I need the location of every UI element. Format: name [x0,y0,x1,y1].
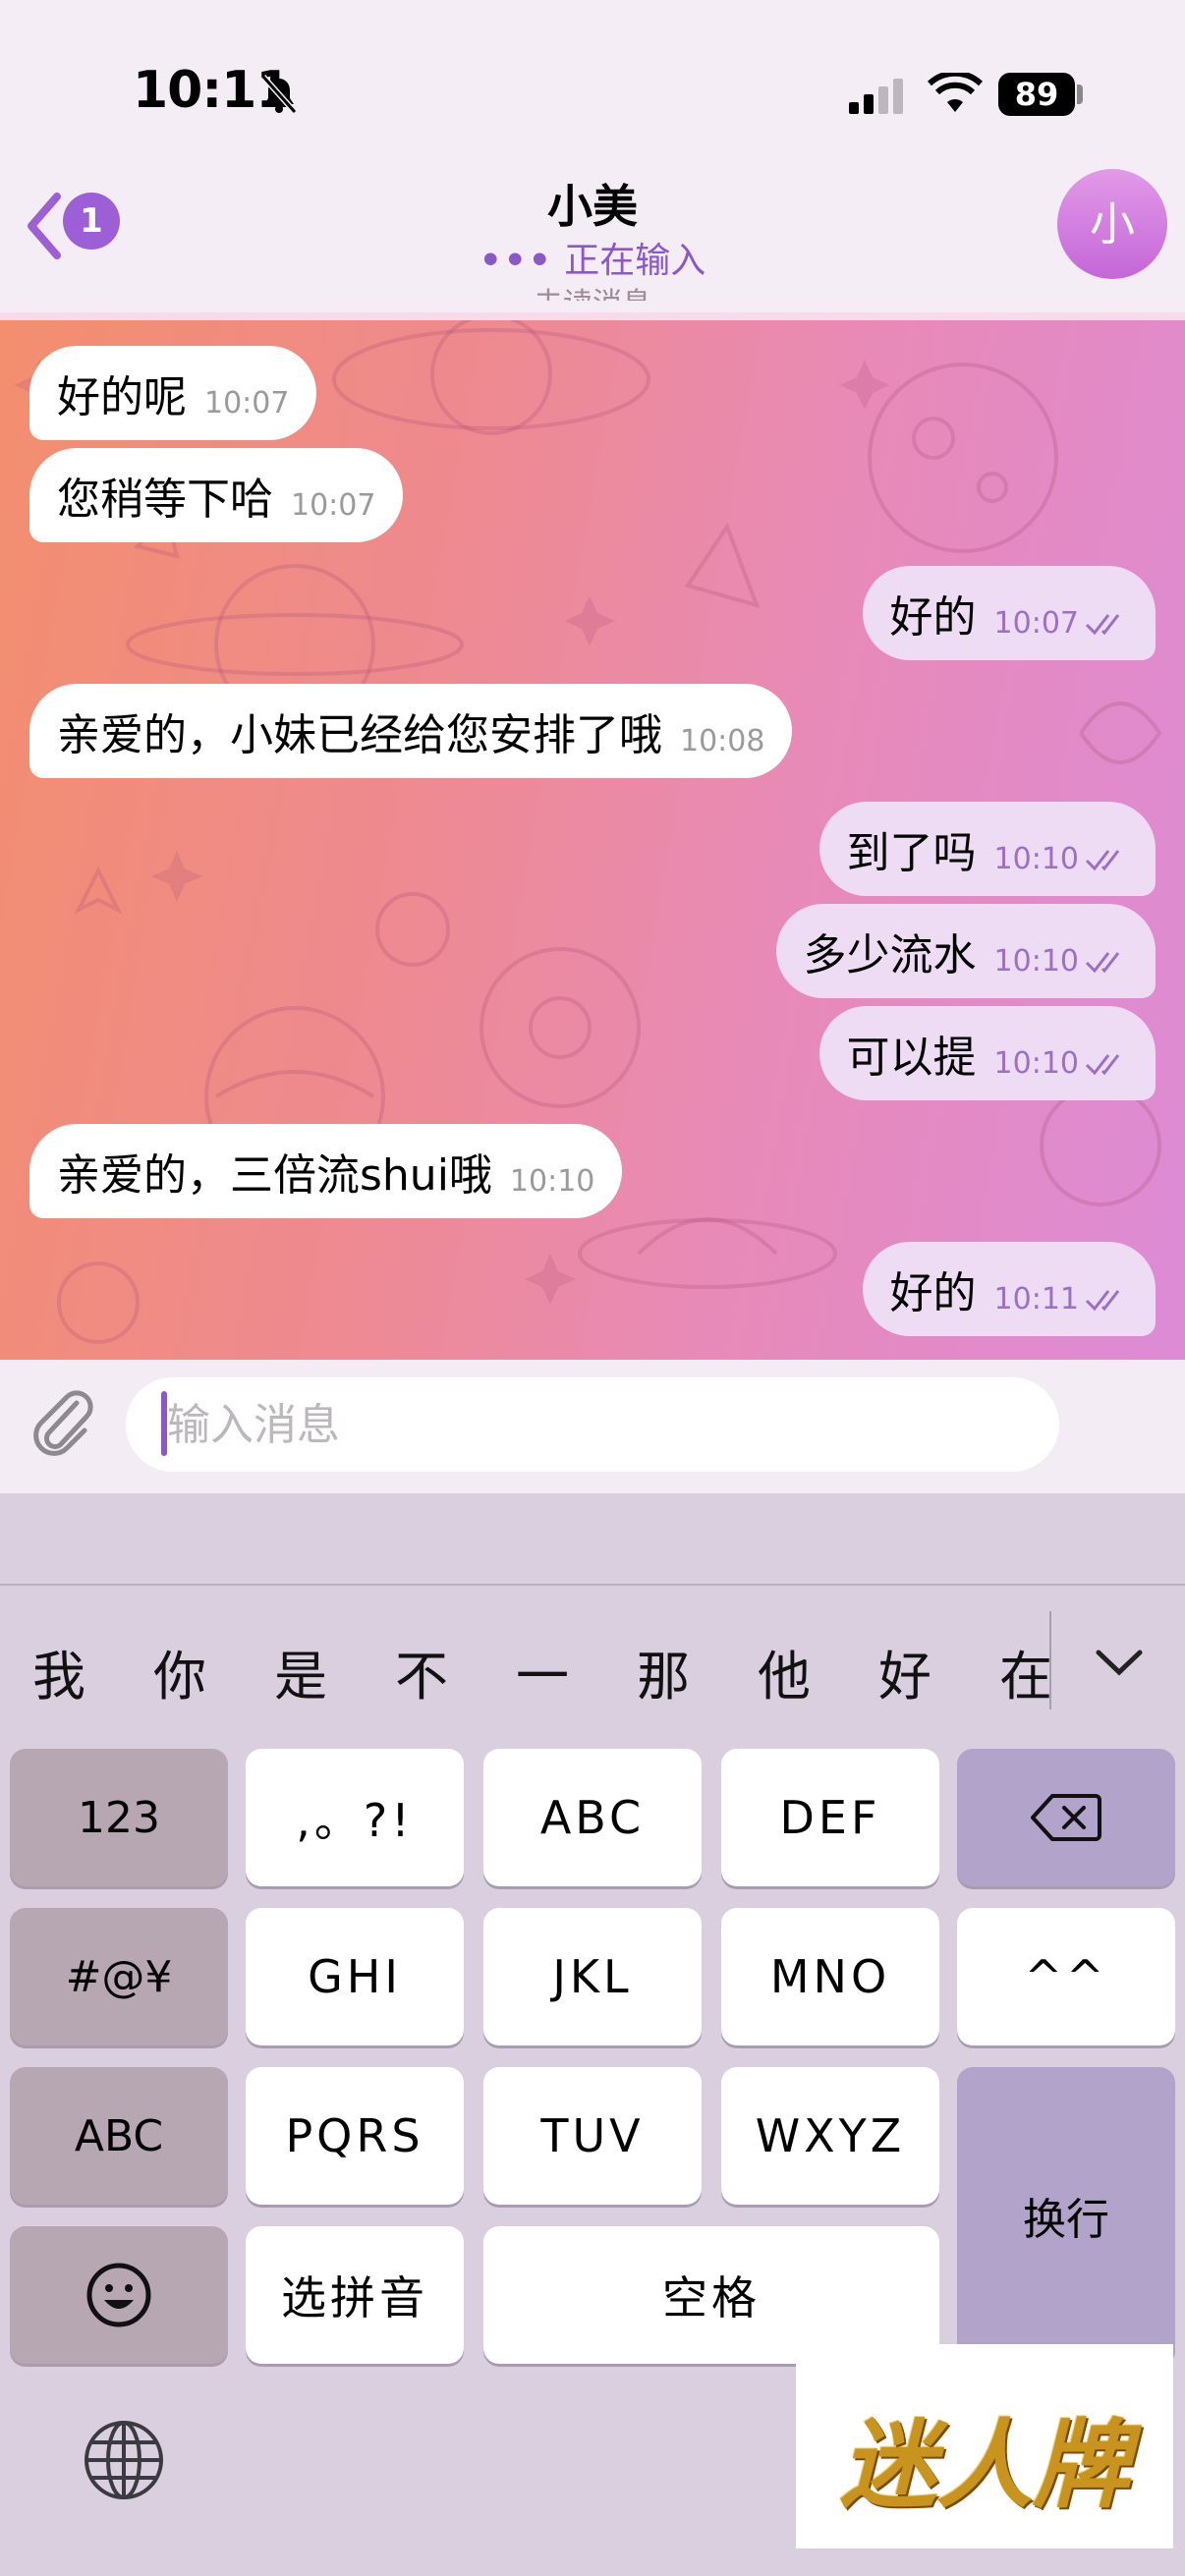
mno-key[interactable]: MNO [721,1908,939,2045]
message-bubble-outgoing[interactable]: 好的 10:11 [862,1242,1156,1336]
pqrs-key[interactable]: PQRS [246,2067,464,2205]
emoji-key[interactable] [10,2226,228,2364]
ghi-key[interactable]: GHI [246,1908,464,2045]
message-bubble-incoming[interactable]: 好的呢 10:07 [29,346,317,440]
header-divider [0,312,1185,320]
chat-title[interactable]: 小美 [0,171,1185,236]
def-key[interactable]: DEF [721,1749,939,1886]
message-text: 好的呢 [57,372,187,422]
read-checkmarks-icon [1085,614,1120,635]
candidate-divider [1049,1611,1051,1709]
smiley-icon [86,2263,151,2327]
backspace-key[interactable] [957,1749,1175,1886]
keyboard-top-divider [0,1584,1185,1586]
message-time: 10:10 [993,943,1079,979]
message-bubble-incoming[interactable]: 您稍等下哈 10:07 [29,448,404,542]
message-time: 10:08 [680,723,765,758]
message-time: 10:10 [509,1163,595,1199]
message-text: 到了吗 [846,828,977,878]
globe-icon [85,2421,163,2499]
avatar[interactable]: 小 [1057,169,1167,279]
abc-switch-key[interactable]: ABC [10,2067,228,2205]
read-checkmarks-icon [1085,952,1120,973]
typing-status: ••• 正在输入 [0,232,1185,283]
battery-indicator: 89 [998,73,1075,116]
read-checkmarks-icon [1085,850,1120,870]
candidate-word[interactable]: 不 [382,1633,461,1710]
bell-muted-icon [257,73,301,120]
message-input[interactable] [126,1377,1059,1472]
read-checkmarks-icon [1085,1290,1120,1311]
typing-dots-icon: ••• [479,241,553,281]
paperclip-icon [33,1390,93,1456]
return-key[interactable]: 换行 [957,2067,1175,2364]
emoticon-key[interactable]: ^^ [957,1908,1175,2045]
message-text: 可以提 [846,1033,977,1083]
candidate-word[interactable]: 是 [261,1633,340,1710]
chevron-down-icon [1096,1650,1143,1676]
candidate-word[interactable]: 他 [745,1633,823,1710]
message-bubble-outgoing[interactable]: 可以提 10:10 [818,1006,1156,1100]
brand-watermark-text: 迷人牌 [839,2410,1129,2522]
globe-key[interactable] [81,2417,167,2507]
tuv-key[interactable]: TUV [483,2067,702,2205]
text-caret [161,1391,167,1456]
candidate-word[interactable]: 我 [20,1633,98,1710]
read-checkmarks-icon [1085,1054,1120,1075]
message-text: 亲爱的，三倍流shui哦 [57,1150,492,1201]
wifi-icon [927,70,984,120]
message-bubble-incoming[interactable]: 亲爱的，三倍流shui哦 10:10 [29,1124,623,1218]
typing-status-label: 正在输入 [564,241,706,281]
cellular-signal-icon [849,77,908,120]
message-bubble-outgoing[interactable]: 多少流水 10:10 [775,904,1156,998]
candidate-word[interactable]: 一 [503,1633,582,1710]
message-time: 10:10 [993,841,1079,876]
jkl-key[interactable]: JKL [483,1908,702,2045]
message-time: 10:10 [993,1045,1079,1081]
space-key[interactable]: 空格 [483,2226,939,2364]
message-text: 多少流水 [803,930,977,980]
attach-button[interactable] [26,1383,100,1462]
candidate-word[interactable]: 你 [141,1633,219,1710]
message-time: 10:07 [993,605,1079,641]
message-bubble-outgoing[interactable]: 到了吗 10:10 [818,802,1156,896]
backspace-icon [1031,1794,1101,1841]
message-bubble-outgoing[interactable]: 好的 10:07 [862,566,1156,660]
message-text: 好的 [889,1268,977,1318]
abc-key[interactable]: ABC [483,1749,702,1886]
message-bubble-incoming[interactable]: 亲爱的，小妹已经给您安排了哦 10:08 [29,684,793,778]
expand-candidates-button[interactable] [1093,1643,1146,1686]
message-text: 您稍等下哈 [57,475,273,525]
chat-area[interactable]: 好的呢 10:07 您稍等下哈 10:07 好的 10:07 亲爱的，小妹已经给… [0,320,1185,1360]
punctuation-key[interactable]: ,。?! [246,1749,464,1886]
message-text: 好的 [889,592,977,643]
message-time: 10:07 [291,487,376,523]
symbols-key[interactable]: #@¥ [10,1908,228,2045]
battery-cap [1077,84,1083,104]
message-time: 10:07 [204,385,290,420]
select-pinyin-key[interactable]: 选拼音 [246,2226,464,2364]
message-time: 10:11 [993,1281,1079,1316]
numbers-key[interactable]: 123 [10,1749,228,1886]
candidate-word[interactable]: 好 [866,1633,944,1710]
candidate-word[interactable]: 在 [987,1633,1065,1710]
candidate-word[interactable]: 那 [624,1633,703,1710]
wxyz-key[interactable]: WXYZ [721,2067,939,2205]
message-text: 亲爱的，小妹已经给您安排了哦 [57,710,662,760]
